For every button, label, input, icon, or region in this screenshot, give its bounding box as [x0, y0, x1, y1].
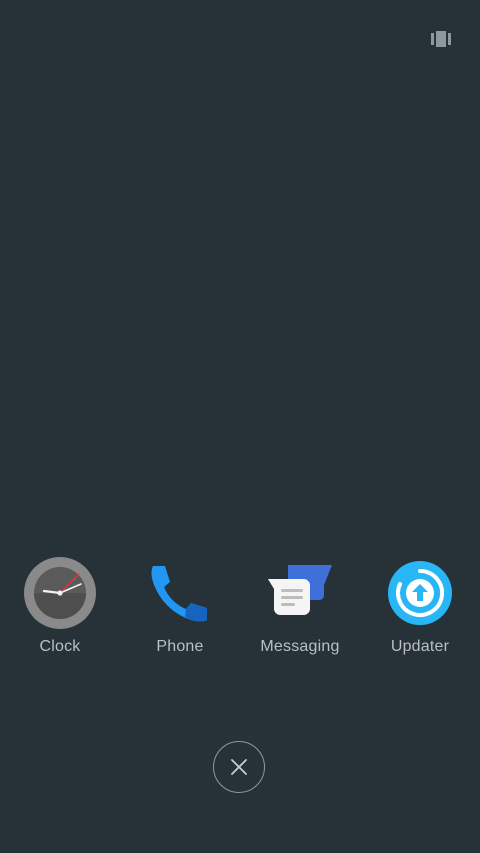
updater-icon [383, 556, 457, 630]
app-label-clock: Clock [39, 638, 81, 655]
close-icon [231, 759, 247, 775]
app-row: Clock Phone Messaging Updater [0, 556, 480, 666]
messaging-icon [263, 556, 337, 630]
recents-screen: Clock Phone Messaging Updater [0, 0, 480, 853]
app-label-messaging: Messaging [260, 638, 340, 655]
app-label-updater: Updater [390, 638, 450, 655]
layout-toggle-button[interactable] [428, 28, 454, 50]
app-clock[interactable]: Clock [0, 556, 120, 666]
app-label-phone: Phone [156, 638, 204, 655]
app-updater[interactable]: Updater [360, 556, 480, 666]
app-messaging[interactable]: Messaging [240, 556, 360, 666]
clock-icon [23, 556, 97, 630]
phone-icon [143, 556, 217, 630]
app-phone[interactable]: Phone [120, 556, 240, 666]
close-button[interactable] [213, 741, 265, 793]
view-carousel-icon [431, 31, 451, 47]
